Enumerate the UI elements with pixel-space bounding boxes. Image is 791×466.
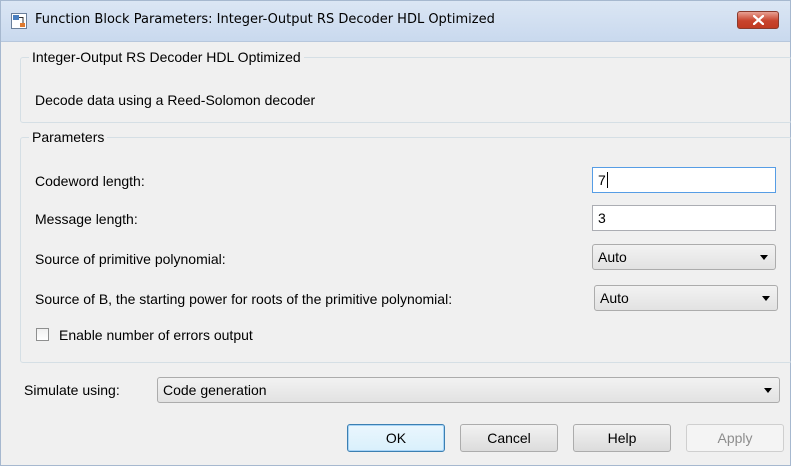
message-length-input[interactable]: 3 [592,205,776,231]
description-group-title: Integer-Output RS Decoder HDL Optimized [32,49,301,65]
errors-output-checkbox[interactable] [36,328,49,341]
close-icon [753,15,764,25]
codeword-length-input[interactable]: 7 [592,167,776,193]
codeword-length-value: 7 [598,172,606,188]
dropdown-arrow-icon [764,388,772,393]
b-source-label: Source of B, the starting power for root… [35,291,453,307]
message-length-label: Message length: [35,211,138,227]
dropdown-arrow-icon [760,255,768,260]
close-button[interactable] [737,11,779,29]
text-cursor [606,172,608,188]
simulate-using-select[interactable]: Code generation [157,377,780,403]
b-source-select[interactable]: Auto [594,285,778,311]
errors-output-label[interactable]: Enable number of errors output [59,327,253,343]
description-group: Integer-Output RS Decoder HDL Optimized [20,49,791,123]
primitive-polynomial-source-value: Auto [598,249,627,265]
apply-button[interactable]: Apply [686,424,784,452]
simulink-block-icon [11,13,27,29]
message-length-value: 3 [598,210,606,226]
title-bar[interactable]: Function Block Parameters: Integer-Outpu… [1,1,790,42]
window-title: Function Block Parameters: Integer-Outpu… [35,12,495,27]
primitive-polynomial-source-label: Source of primitive polynomial: [35,251,226,267]
dropdown-arrow-icon [762,296,770,301]
ok-button[interactable]: OK [347,424,445,452]
codeword-length-label: Codeword length: [35,173,145,189]
cancel-button[interactable]: Cancel [460,424,558,452]
primitive-polynomial-source-select[interactable]: Auto [592,244,776,270]
simulate-using-label: Simulate using: [24,382,120,398]
simulate-using-value: Code generation [163,382,267,398]
parameters-group-title: Parameters [32,129,105,145]
help-button[interactable]: Help [573,424,671,452]
block-description: Decode data using a Reed-Solomon decoder [35,92,316,108]
dialog-window: Function Block Parameters: Integer-Outpu… [0,0,791,466]
b-source-value: Auto [600,290,629,306]
